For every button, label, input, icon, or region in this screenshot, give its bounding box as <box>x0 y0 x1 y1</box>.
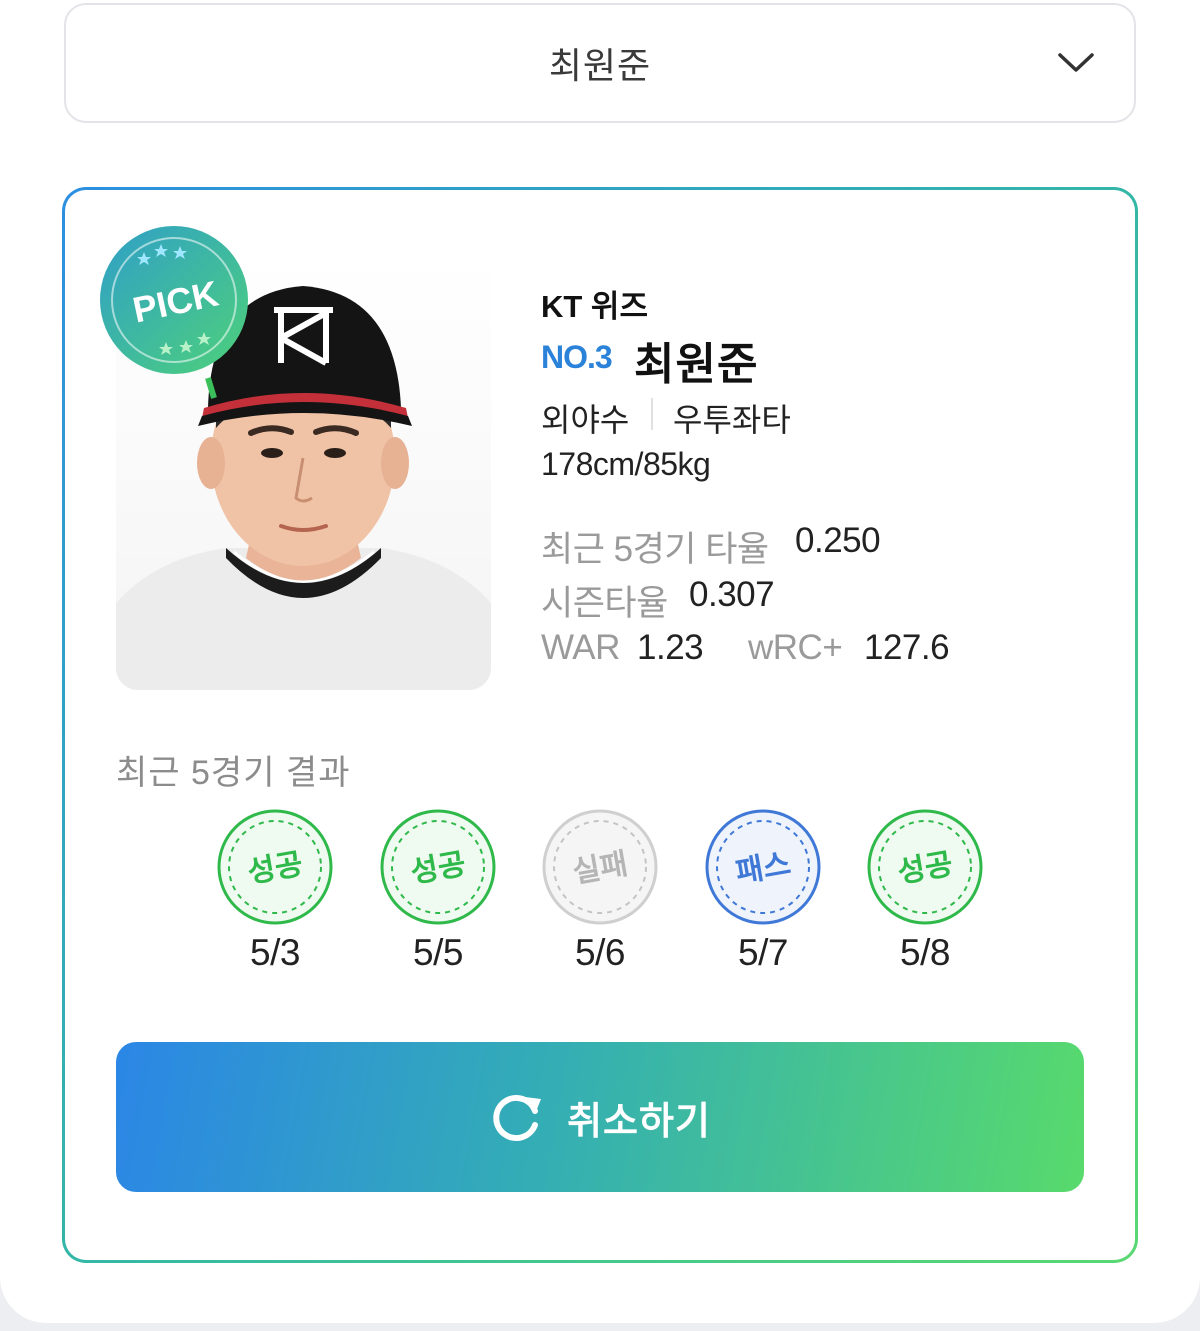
result-date: 5/7 <box>738 932 788 973</box>
result-item: 실패 5/6 <box>541 808 659 974</box>
player-name: 최원준 <box>634 340 759 389</box>
result-item: 성공 5/3 <box>216 808 334 974</box>
result-stamp-success: 성공 <box>217 809 333 925</box>
war-label: WAR <box>541 628 620 667</box>
player-body-size: 178cm/85kg <box>541 446 711 482</box>
recent-avg-label: 최근 5경기 타율 <box>541 530 769 569</box>
result-stamp-success: 성공 <box>867 809 983 925</box>
team-name: KT 위즈 <box>541 289 648 324</box>
cancel-pick-button[interactable]: 취소하기 <box>116 1042 1084 1192</box>
result-stamp-success: 성공 <box>380 809 496 925</box>
pick-badge: PICK <box>100 226 248 374</box>
refresh-icon <box>493 1095 542 1141</box>
result-date: 5/5 <box>413 932 463 973</box>
info-divider <box>651 398 653 430</box>
recent-results-title: 최근 5경기 결과 <box>116 754 351 792</box>
player-select-dropdown[interactable]: 최원준 <box>64 3 1136 123</box>
result-stamp-pass: 패스 <box>705 809 821 925</box>
cancel-button-label: 취소하기 <box>567 1100 711 1143</box>
result-stamp-fail: 실패 <box>542 809 658 925</box>
wrc-label: wRC+ <box>748 628 843 667</box>
chevron-down-icon <box>1058 53 1094 72</box>
result-item: 성공 5/8 <box>866 808 984 974</box>
result-date: 5/6 <box>575 932 625 973</box>
player-number: NO.3 <box>541 339 613 375</box>
season-avg-value: 0.307 <box>689 575 775 614</box>
wrc-value: 127.6 <box>864 628 950 667</box>
result-item: 성공 5/5 <box>379 808 497 974</box>
player-bat-throw: 우투좌타 <box>673 402 791 438</box>
player-position: 외야수 <box>541 402 630 438</box>
dropdown-selected-value: 최원준 <box>548 45 652 86</box>
result-date: 5/3 <box>250 932 300 973</box>
season-avg-label: 시즌타율 <box>541 584 668 623</box>
result-date: 5/8 <box>900 932 950 973</box>
result-item: 패스 5/7 <box>704 808 822 974</box>
war-value: 1.23 <box>637 628 704 667</box>
recent-avg-value: 0.250 <box>795 521 881 560</box>
